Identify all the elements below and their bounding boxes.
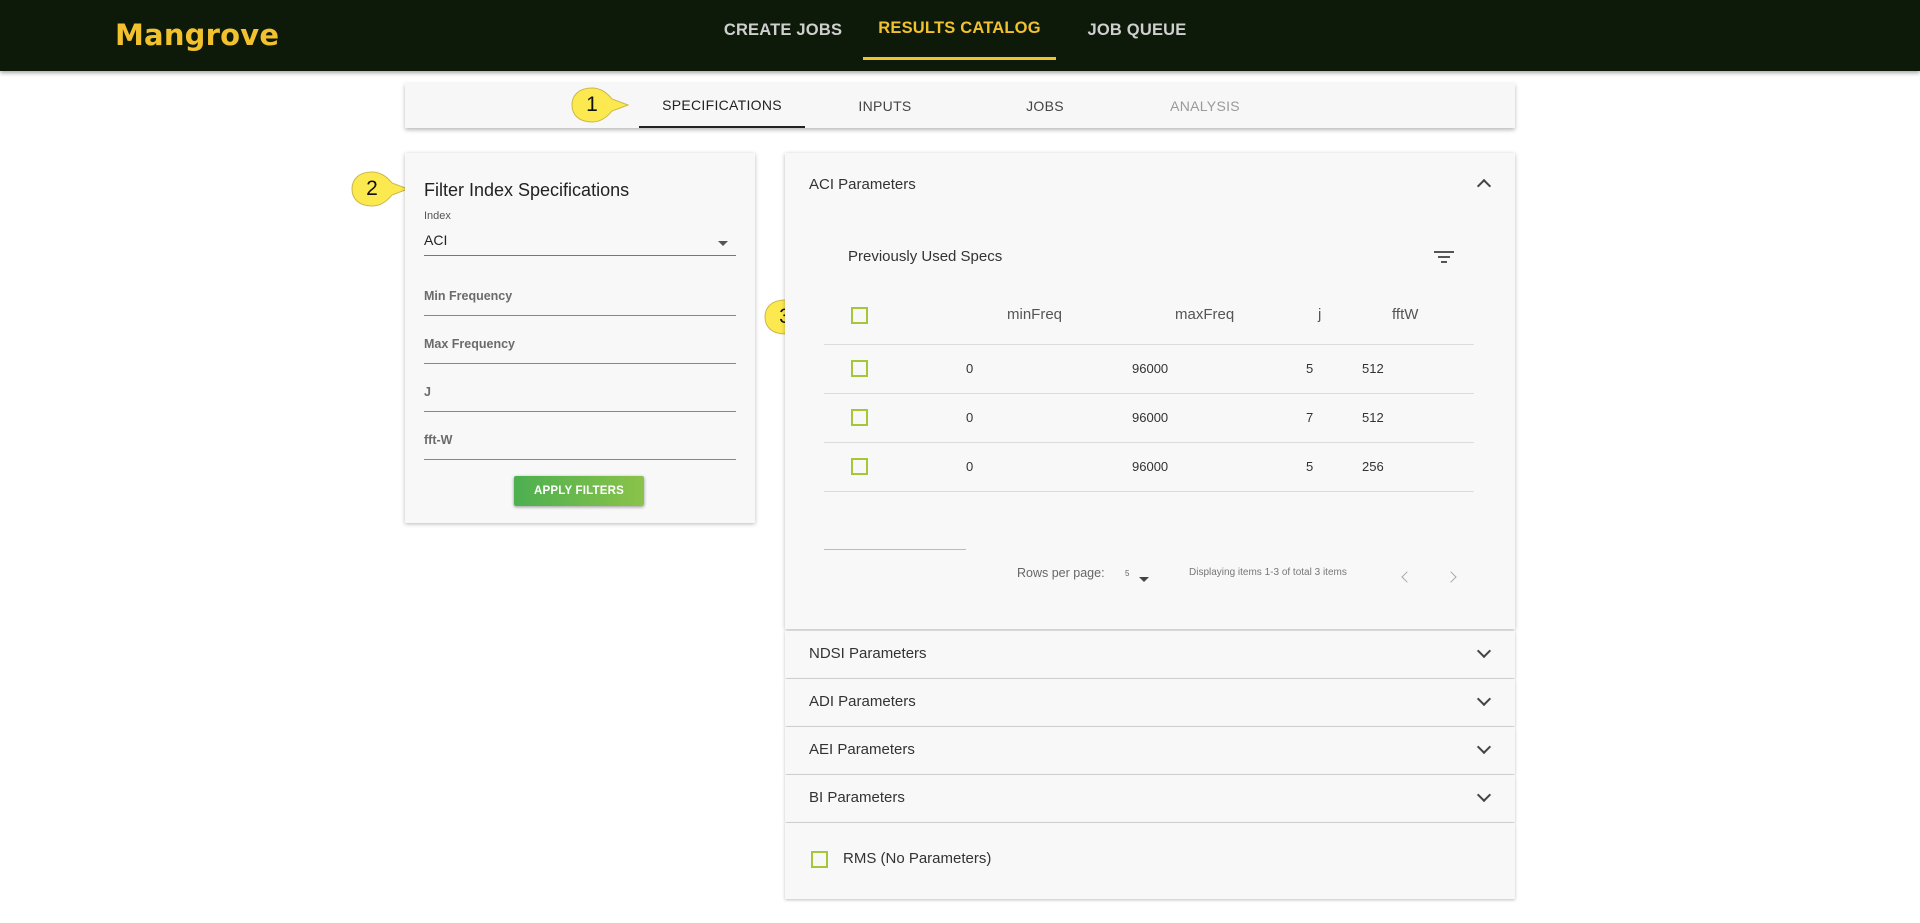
filter-title: Filter Index Specifications [424,180,630,200]
nav-results-catalog[interactable]: RESULTS CATALOG [863,0,1056,60]
fft-w-placeholder: fft-W [424,433,453,447]
aci-panel: ACI Parameters Previously Used Specs min… [785,153,1515,629]
chevron-right-icon[interactable] [1445,571,1457,583]
cell-fftw: 256 [1362,459,1384,474]
cell-j: 7 [1306,410,1314,425]
chevron-up-icon[interactable] [1476,178,1492,194]
brand-logo[interactable]: Mangrove [115,18,279,52]
j-field[interactable]: J [424,382,736,412]
aei-panel[interactable]: AEI Parameters [785,727,1515,774]
aei-panel-title[interactable]: AEI Parameters [809,741,915,758]
cell-minfreq: 0 [966,459,974,474]
max-frequency-placeholder: Max Frequency [424,337,516,351]
rms-panel: RMS (No Parameters) [785,823,1515,899]
column-header-j[interactable]: j [1318,306,1321,323]
cell-maxfreq: 96000 [1132,410,1169,425]
bi-panel-title[interactable]: BI Parameters [809,789,905,806]
nav-create-jobs[interactable]: CREATE JOBS [718,0,848,60]
select-underline [424,255,736,256]
cell-maxfreq: 96000 [1132,361,1169,376]
footer-divider [824,549,966,550]
max-frequency-field[interactable]: Max Frequency [424,334,736,364]
pagination-status: Displaying items 1-3 of total 3 items [1189,567,1347,578]
j-placeholder: J [424,385,431,399]
adi-panel[interactable]: ADI Parameters [785,679,1515,726]
dropdown-arrow-icon[interactable] [718,241,728,246]
table-divider [824,344,1474,345]
column-header-maxfreq[interactable]: maxFreq [1175,306,1234,323]
nav-job-queue[interactable]: JOB QUEUE [1082,0,1192,60]
cell-minfreq: 0 [966,410,974,425]
fft-w-field[interactable]: fft-W [424,430,736,460]
cell-minfreq: 0 [966,361,974,376]
column-header-fftw[interactable]: fftW [1392,306,1418,323]
table-divider [824,393,1474,394]
tab-inputs[interactable]: INPUTS [835,83,935,128]
min-frequency-field[interactable]: Min Frequency [424,286,736,316]
cell-j: 5 [1306,361,1314,376]
filter-list-icon[interactable] [1434,249,1454,265]
cell-fftw: 512 [1362,361,1384,376]
dropdown-arrow-icon[interactable] [1139,577,1149,582]
tab-specifications[interactable]: SPECIFICATIONS [639,83,805,128]
cell-j: 5 [1306,459,1314,474]
chevron-down-icon[interactable] [1476,739,1492,755]
previously-used-specs-title: Previously Used Specs [848,248,1003,265]
select-all-checkbox[interactable] [851,307,868,324]
min-frequency-placeholder: Min Frequency [424,289,513,303]
chevron-left-icon[interactable] [1401,571,1413,583]
row-checkbox[interactable] [851,360,868,377]
row-checkbox[interactable] [851,409,868,426]
index-label: Index [424,210,451,222]
filter-card: Filter Index Specifications Index ACI Mi… [405,153,755,523]
table-divider [824,442,1474,443]
adi-panel-title[interactable]: ADI Parameters [809,693,916,710]
apply-filters-button[interactable]: APPLY FILTERS [514,476,644,506]
callout-marker-1: 1 [570,86,630,124]
chevron-down-icon[interactable] [1476,787,1492,803]
chevron-down-icon[interactable] [1476,691,1492,707]
chevron-down-icon[interactable] [1476,643,1492,659]
app-header: Mangrove CREATE JOBS RESULTS CATALOG JOB… [0,0,1920,71]
callout-number: 1 [586,93,598,116]
bi-panel[interactable]: BI Parameters [785,775,1515,822]
aci-panel-title[interactable]: ACI Parameters [809,176,916,193]
rows-per-page-label: Rows per page: [1017,566,1105,580]
ndsi-panel-title[interactable]: NDSI Parameters [809,645,927,662]
table-divider [824,491,1474,492]
cell-maxfreq: 96000 [1132,459,1169,474]
rms-checkbox[interactable] [811,851,828,868]
row-checkbox[interactable] [851,458,868,475]
rows-per-page-value[interactable]: 5 [1125,569,1129,578]
callout-number: 2 [366,177,378,200]
tab-analysis: ANALYSIS [1170,97,1240,114]
tab-jobs[interactable]: JOBS [995,83,1095,128]
rms-label[interactable]: RMS (No Parameters) [843,850,991,867]
column-header-minfreq[interactable]: minFreq [1007,306,1062,323]
ndsi-panel[interactable]: NDSI Parameters [785,631,1515,678]
cell-fftw: 512 [1362,410,1384,425]
index-select-value[interactable]: ACI [424,232,447,248]
callout-marker-2: 2 [350,170,410,208]
